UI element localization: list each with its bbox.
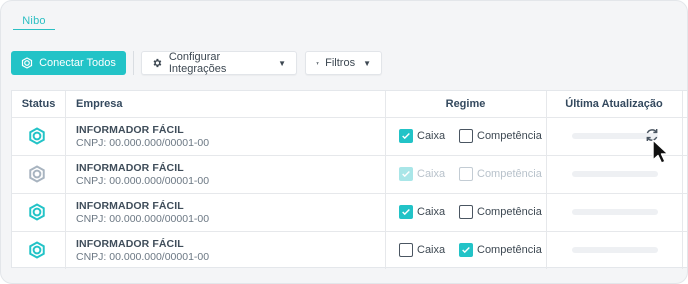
competencia-checkbox[interactable] bbox=[459, 205, 473, 219]
caixa-label: Caixa bbox=[417, 244, 446, 256]
competencia-label: Competência bbox=[477, 130, 542, 142]
table-row: INFORMADOR FÁCIL CNPJ: 00.000.000/00001-… bbox=[12, 155, 687, 193]
header-last-update[interactable]: Última Atualização bbox=[546, 91, 682, 117]
company-name: INFORMADOR FÁCIL bbox=[76, 162, 184, 174]
disconnected-status-icon bbox=[29, 165, 45, 183]
filters-label: Filtros bbox=[325, 57, 356, 69]
gear-icon bbox=[153, 58, 162, 68]
connect-all-button[interactable]: Conectar Todos bbox=[11, 51, 126, 75]
last-update-placeholder bbox=[572, 209, 658, 215]
company-name: INFORMADOR FÁCIL bbox=[76, 124, 184, 136]
header-company[interactable]: Empresa bbox=[76, 91, 122, 117]
last-update-placeholder bbox=[572, 247, 658, 253]
company-cnpj: CNPJ: 00.000.000/00001-00 bbox=[76, 137, 210, 149]
competencia-label: Competência bbox=[477, 206, 542, 218]
chevron-down-icon: ▼ bbox=[363, 58, 371, 68]
mouse-pointer-icon bbox=[652, 139, 669, 164]
caixa-checkbox[interactable] bbox=[399, 167, 413, 181]
caixa-label: Caixa bbox=[417, 168, 446, 180]
table-row: INFORMADOR FÁCIL CNPJ: 00.000.000/00001-… bbox=[12, 193, 687, 231]
tab-active-indicator bbox=[13, 29, 55, 30]
caixa-checkbox[interactable] bbox=[399, 129, 413, 143]
caixa-checkbox[interactable] bbox=[399, 243, 413, 257]
check-icon bbox=[462, 246, 470, 254]
caixa-label: Caixa bbox=[417, 206, 446, 218]
tab-bar: Nibo bbox=[1, 1, 687, 31]
header-regime[interactable]: Regime bbox=[385, 91, 546, 117]
table-row: INFORMADOR FÁCIL CNPJ: 00.000.000/00001-… bbox=[12, 231, 687, 269]
header-status[interactable]: Status bbox=[12, 91, 65, 117]
company-cnpj: CNPJ: 00.000.000/00001-00 bbox=[76, 251, 210, 263]
company-name: INFORMADOR FÁCIL bbox=[76, 238, 184, 250]
competencia-label: Competência bbox=[477, 168, 542, 180]
company-cnpj: CNPJ: 00.000.000/00001-00 bbox=[76, 175, 210, 187]
connected-status-icon bbox=[29, 127, 45, 145]
chevron-down-icon: ▼ bbox=[278, 58, 286, 68]
company-name: INFORMADOR FÁCIL bbox=[76, 200, 184, 212]
app-frame: Nibo Conectar Todos Configurar Integraçõ… bbox=[0, 0, 688, 284]
competencia-label: Competência bbox=[477, 244, 542, 256]
connect-icon bbox=[21, 57, 33, 69]
toolbar-divider bbox=[133, 51, 134, 75]
competencia-checkbox[interactable] bbox=[459, 243, 473, 257]
companies-table: Status Empresa Regime Última Atualização… bbox=[11, 90, 687, 269]
check-icon bbox=[402, 170, 410, 178]
filters-button[interactable]: Filtros ▼ bbox=[305, 51, 382, 75]
caixa-label: Caixa bbox=[417, 130, 446, 142]
table-row: INFORMADOR FÁCIL CNPJ: 00.000.000/00001-… bbox=[12, 117, 687, 155]
check-icon bbox=[402, 208, 410, 216]
company-cnpj: CNPJ: 00.000.000/00001-00 bbox=[76, 213, 210, 225]
filter-icon bbox=[316, 61, 319, 65]
connect-all-label: Conectar Todos bbox=[39, 57, 116, 69]
caixa-checkbox[interactable] bbox=[399, 205, 413, 219]
last-update-placeholder bbox=[572, 171, 658, 177]
check-icon bbox=[402, 132, 410, 140]
competencia-checkbox[interactable] bbox=[459, 129, 473, 143]
competencia-checkbox[interactable] bbox=[459, 167, 473, 181]
connected-status-icon bbox=[29, 203, 45, 221]
configure-integrations-button[interactable]: Configurar Integrações ▼ bbox=[141, 51, 297, 75]
connected-status-icon bbox=[29, 241, 45, 259]
configure-integrations-label: Configurar Integrações bbox=[168, 51, 227, 75]
